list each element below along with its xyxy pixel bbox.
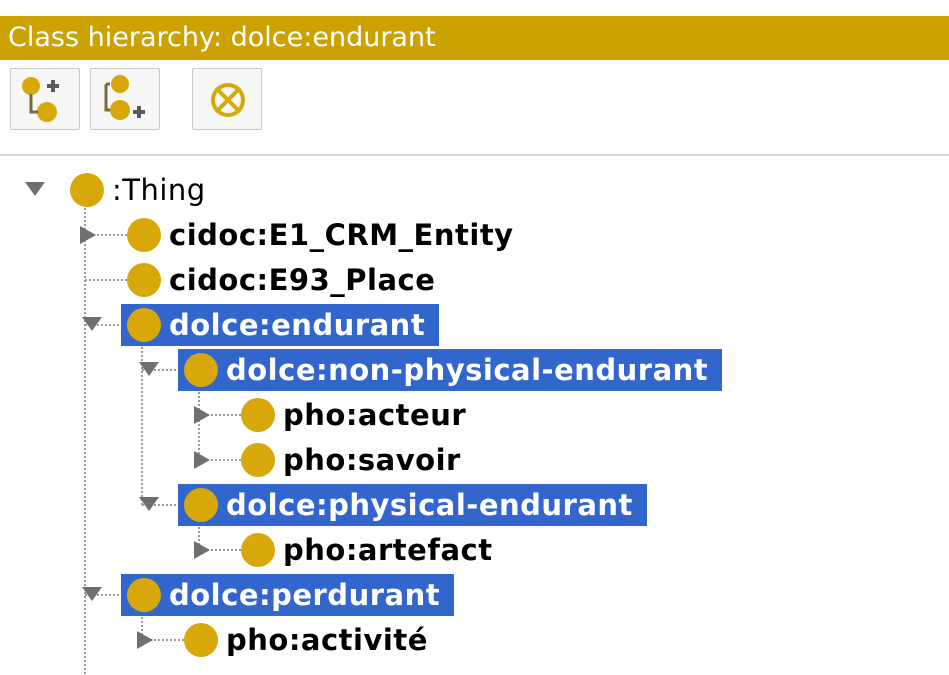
add-sibling-class-button[interactable] bbox=[90, 68, 160, 130]
class-icon bbox=[241, 533, 275, 567]
class-icon bbox=[184, 623, 218, 657]
collapse-triangle-icon[interactable] bbox=[194, 451, 210, 469]
tree-node-label: dolce:non-physical-endurant bbox=[226, 353, 709, 387]
class-icon bbox=[241, 398, 275, 432]
tree-node-label: pho:activité bbox=[226, 623, 428, 657]
panel-title-bar: Class hierarchy: dolce:endurant bbox=[0, 0, 949, 60]
toolbar-divider bbox=[0, 154, 949, 156]
tree-node[interactable]: dolce:non-physical-endurant bbox=[178, 349, 723, 391]
class-icon bbox=[184, 488, 218, 522]
tree-node[interactable]: pho:acteur bbox=[235, 394, 480, 436]
tree-node[interactable]: cidoc:E93_Place bbox=[121, 259, 449, 301]
tree-node[interactable]: :Thing bbox=[64, 169, 220, 211]
tree-node[interactable]: cidoc:E1_CRM_Entity bbox=[121, 214, 528, 256]
tree-node[interactable]: dolce:endurant bbox=[121, 304, 440, 346]
delete-class-icon bbox=[211, 83, 245, 117]
class-icon bbox=[241, 443, 275, 477]
add-subclass-button[interactable] bbox=[10, 68, 80, 130]
tree-node-label: pho:acteur bbox=[283, 398, 467, 432]
class-icon bbox=[127, 308, 161, 342]
tree-node-label: dolce:physical-endurant bbox=[226, 488, 633, 522]
class-icon bbox=[184, 353, 218, 387]
tree-node-label: cidoc:E93_Place bbox=[169, 263, 436, 297]
add-sibling-class-icon bbox=[104, 75, 145, 120]
class-icon bbox=[70, 173, 104, 207]
class-hierarchy-panel: Class hierarchy: dolce:endurant:Thing c… bbox=[0, 0, 949, 675]
collapse-triangle-icon[interactable] bbox=[80, 226, 96, 244]
collapse-triangle-icon[interactable] bbox=[137, 631, 153, 649]
collapse-triangle-icon[interactable] bbox=[194, 541, 210, 559]
class-tree: :Thing cidoc:E1_CRM_Entity cidoc:E93_Place… bbox=[0, 157, 949, 675]
tree-node-label: dolce:perdurant bbox=[169, 578, 441, 612]
panel-title: Class hierarchy: dolce:endurant bbox=[8, 22, 436, 53]
tree-node-label: pho:savoir bbox=[283, 443, 461, 477]
tree-node[interactable]: pho:savoir bbox=[235, 439, 475, 481]
hierarchy-toolbar bbox=[0, 60, 949, 156]
add-subclass-icon bbox=[22, 77, 59, 122]
class-icon bbox=[127, 263, 161, 297]
tree-node-label: :Thing bbox=[112, 173, 206, 207]
tree-node[interactable]: pho:artefact bbox=[235, 529, 507, 571]
tree-node[interactable]: dolce:physical-endurant bbox=[178, 484, 647, 526]
class-icon bbox=[127, 578, 161, 612]
tree-node-label: pho:artefact bbox=[283, 533, 493, 567]
tree-node-label: dolce:endurant bbox=[169, 308, 426, 342]
tree-node-label: cidoc:E1_CRM_Entity bbox=[169, 218, 514, 252]
delete-class-button[interactable] bbox=[192, 68, 262, 130]
expand-triangle-icon[interactable] bbox=[25, 182, 45, 196]
tree-node[interactable]: dolce:perdurant bbox=[121, 574, 455, 616]
class-icon bbox=[127, 218, 161, 252]
collapse-triangle-icon[interactable] bbox=[194, 406, 210, 424]
tree-node[interactable]: pho:activité bbox=[178, 619, 442, 661]
